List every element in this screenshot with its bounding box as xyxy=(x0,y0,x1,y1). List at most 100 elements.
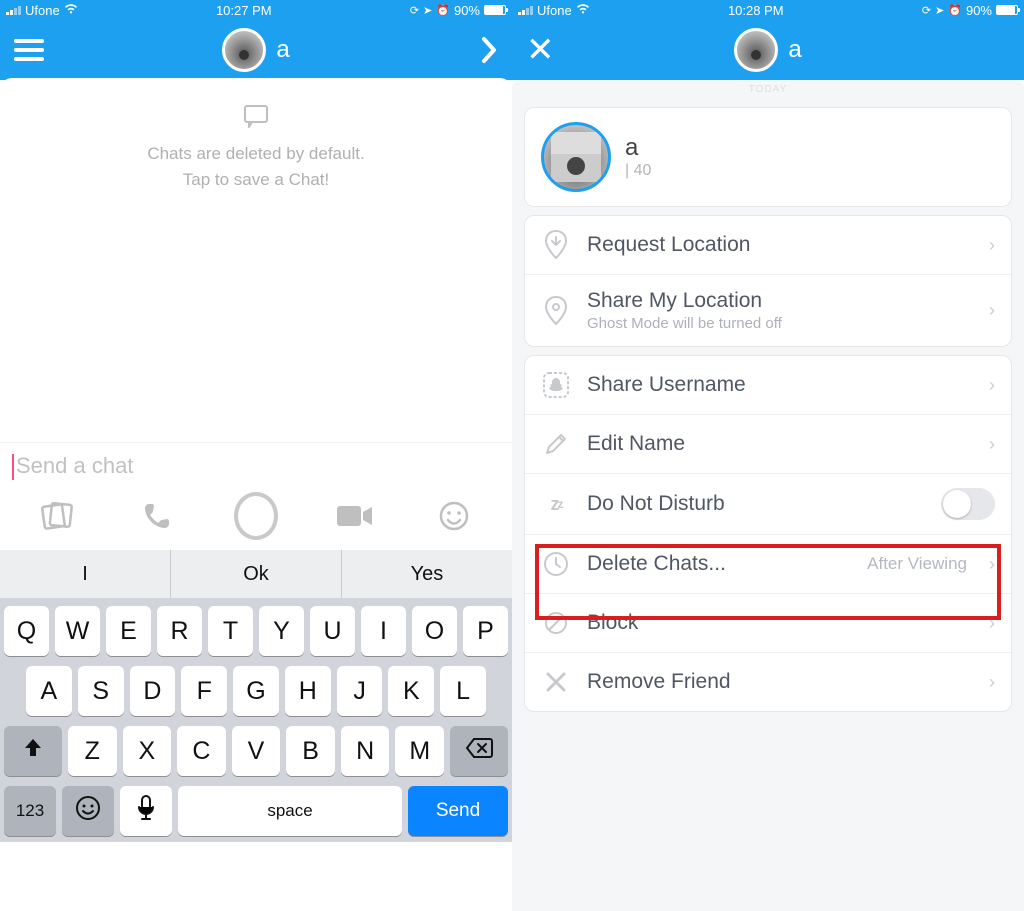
key-R[interactable]: R xyxy=(157,606,202,656)
key-J[interactable]: J xyxy=(337,666,383,716)
share-location-row[interactable]: Share My Location Ghost Mode will be tur… xyxy=(525,274,1011,346)
key-I[interactable]: I xyxy=(361,606,406,656)
wifi-icon xyxy=(64,3,78,17)
dnd-toggle[interactable] xyxy=(941,488,995,520)
suggestion-1[interactable]: I xyxy=(0,550,171,598)
pin-icon xyxy=(541,296,571,326)
key-H[interactable]: H xyxy=(285,666,331,716)
suggestion-2[interactable]: Ok xyxy=(171,550,342,598)
emoji-button[interactable] xyxy=(432,494,476,538)
edit-name-row[interactable]: Edit Name › xyxy=(525,414,1011,473)
key-backspace[interactable] xyxy=(450,726,508,776)
key-P[interactable]: P xyxy=(463,606,508,656)
chat-body: Chats are deleted by default. Tap to sav… xyxy=(0,78,512,550)
key-T[interactable]: T xyxy=(208,606,253,656)
key-C[interactable]: C xyxy=(177,726,226,776)
location-icon: ➤ xyxy=(935,4,944,17)
key-U[interactable]: U xyxy=(310,606,355,656)
row-title: Do Not Disturb xyxy=(587,492,925,516)
snapcode-icon xyxy=(541,370,571,400)
block-row[interactable]: Block › xyxy=(525,593,1011,652)
key-O[interactable]: O xyxy=(412,606,457,656)
location-card: Request Location › Share My Location Gho… xyxy=(524,215,1012,347)
status-right: ⟳ ➤ ⏰ 90% xyxy=(922,3,1018,18)
video-button[interactable] xyxy=(333,494,377,538)
key-space[interactable]: space xyxy=(178,786,402,836)
kb-row-4: 123 space Send xyxy=(0,778,512,838)
key-X[interactable]: X xyxy=(123,726,172,776)
menu-button[interactable] xyxy=(14,39,64,61)
key-Q[interactable]: Q xyxy=(4,606,49,656)
chevron-right-icon: › xyxy=(989,300,995,321)
camera-button[interactable] xyxy=(234,494,278,538)
key-N[interactable]: N xyxy=(341,726,390,776)
nav-bar: a xyxy=(0,20,512,80)
status-left: Ufone xyxy=(518,3,590,18)
key-D[interactable]: D xyxy=(130,666,176,716)
profile-forward-button[interactable] xyxy=(448,36,498,64)
chevron-right-icon: › xyxy=(989,434,995,455)
key-shift[interactable] xyxy=(4,726,62,776)
gallery-button[interactable] xyxy=(36,494,80,538)
share-username-row[interactable]: Share Username › xyxy=(525,356,1011,414)
key-S[interactable]: S xyxy=(78,666,124,716)
row-title: Share My Location xyxy=(587,289,973,313)
chevron-right-icon: › xyxy=(989,235,995,256)
nav-title[interactable]: a xyxy=(734,28,801,72)
avatar-large xyxy=(541,122,611,192)
profile-card[interactable]: a | 40 xyxy=(524,107,1012,207)
shift-icon xyxy=(22,737,44,766)
block-icon xyxy=(541,608,571,638)
key-mic[interactable] xyxy=(120,786,172,836)
key-E[interactable]: E xyxy=(106,606,151,656)
signal-icon xyxy=(518,5,533,15)
suggestion-3[interactable]: Yes xyxy=(342,550,512,598)
row-title: Request Location xyxy=(587,233,973,257)
battery-icon xyxy=(484,5,506,15)
dnd-row[interactable]: zz Do Not Disturb xyxy=(525,473,1011,534)
key-K[interactable]: K xyxy=(388,666,434,716)
key-M[interactable]: M xyxy=(395,726,444,776)
chat-toolbar xyxy=(0,488,512,550)
key-F[interactable]: F xyxy=(181,666,227,716)
key-B[interactable]: B xyxy=(286,726,335,776)
key-emoji[interactable] xyxy=(62,786,114,836)
close-icon: ✕ xyxy=(526,33,555,67)
nav-name: a xyxy=(788,36,801,64)
today-label: TODAY xyxy=(512,80,1024,99)
empty-line1: Chats are deleted by default. xyxy=(0,141,512,167)
key-L[interactable]: L xyxy=(440,666,486,716)
nav-title[interactable]: a xyxy=(222,28,289,72)
close-button[interactable]: ✕ xyxy=(526,33,576,67)
x-icon xyxy=(541,667,571,697)
keyboard: I Ok Yes Q W E R T Y U I O P A S D F G H… xyxy=(0,550,512,842)
request-location-row[interactable]: Request Location › xyxy=(525,216,1011,274)
row-sub: Ghost Mode will be turned off xyxy=(587,315,973,332)
chevron-right-icon: › xyxy=(989,613,995,634)
key-A[interactable]: A xyxy=(26,666,72,716)
key-W[interactable]: W xyxy=(55,606,100,656)
kb-suggestions: I Ok Yes xyxy=(0,550,512,598)
profile-info: a | 40 xyxy=(625,134,651,180)
profile-name: a xyxy=(625,134,651,162)
key-123[interactable]: 123 xyxy=(4,786,56,836)
screen-chat: Ufone 10:27 PM ⟳ ➤ ⏰ 90% a xyxy=(0,0,512,911)
kb-row-3: Z X C V B N M xyxy=(0,718,512,778)
carrier-label: Ufone xyxy=(537,3,572,18)
screen-profile-sheet: Ufone 10:28 PM ⟳ ➤ ⏰ 90% ✕ a TODAY xyxy=(512,0,1024,911)
signal-icon xyxy=(6,5,21,15)
battery-pct: 90% xyxy=(966,3,992,18)
delete-chats-value: After Viewing xyxy=(867,554,967,574)
key-G[interactable]: G xyxy=(233,666,279,716)
key-V[interactable]: V xyxy=(232,726,281,776)
delete-chats-row[interactable]: Delete Chats... After Viewing › xyxy=(525,534,1011,593)
chat-input[interactable]: Send a chat xyxy=(0,442,512,488)
key-send[interactable]: Send xyxy=(408,786,508,836)
remove-friend-row[interactable]: Remove Friend › xyxy=(525,652,1011,711)
key-Y[interactable]: Y xyxy=(259,606,304,656)
key-Z[interactable]: Z xyxy=(68,726,117,776)
kb-row-1: Q W E R T Y U I O P xyxy=(0,598,512,658)
backspace-icon xyxy=(465,737,493,766)
battery-icon xyxy=(996,5,1018,15)
call-button[interactable] xyxy=(135,494,179,538)
